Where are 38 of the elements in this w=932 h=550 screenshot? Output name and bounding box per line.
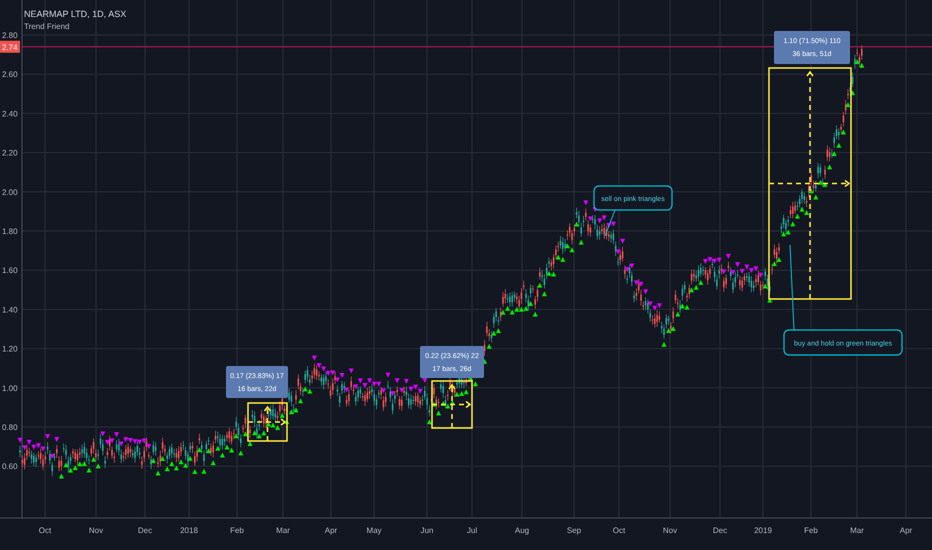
time-axis-label: May <box>366 526 382 535</box>
price-axis-label: 2.20 <box>2 148 18 158</box>
price-range-marker[interactable] <box>431 380 473 429</box>
price-range-marker[interactable] <box>768 67 852 300</box>
time-axis-label: Mar <box>276 526 290 535</box>
time-axis-label: Dec <box>138 526 152 535</box>
time-axis-label: Sep <box>566 526 582 535</box>
time-axis-label: Nov <box>88 526 104 535</box>
price-axis-label: 2.00 <box>2 188 18 197</box>
symbol-title: NEARMAP LTD, 1D, ASX <box>24 9 126 19</box>
price-axis-label: 2.60 <box>2 70 18 80</box>
time-axis-label: Jul <box>466 526 478 535</box>
leader-line <box>604 210 616 236</box>
price-axis-label: 2.40 <box>2 109 18 118</box>
time-axis-label: 2019 <box>754 526 772 535</box>
time-axis-label: Apr <box>900 526 912 535</box>
time-axis-label: Apr <box>324 526 338 535</box>
price-axis-label: 1.20 <box>2 344 18 354</box>
time-axis-label: Nov <box>662 526 678 535</box>
price-axis-label: 2.80 <box>2 31 18 40</box>
time-axis-label: Aug <box>514 526 530 535</box>
price-axis-label: 1.00 <box>2 384 18 393</box>
time-axis-label: Feb <box>804 526 818 535</box>
time-axis-label: Oct <box>612 526 626 535</box>
price-axis-label: 1.40 <box>2 305 18 314</box>
price-axis-label: 1.80 <box>2 227 18 236</box>
time-axis-label: Oct <box>38 526 52 535</box>
price-range-marker[interactable] <box>247 402 288 442</box>
time-axis-label: Dec <box>712 526 728 535</box>
price-axis-label: 0.60 <box>2 462 18 472</box>
time-axis-label: 2018 <box>180 526 198 535</box>
price-axis-label: 1.60 <box>2 266 18 276</box>
price-axis-label: 0.80 <box>2 423 18 432</box>
current-price-tag: 2.74 <box>0 40 20 53</box>
time-axis-label: Jun <box>420 526 434 535</box>
time-axis-label: Feb <box>230 526 244 535</box>
time-axis-label: Mar <box>850 526 864 535</box>
indicator-name: Trend Friend <box>24 22 70 31</box>
